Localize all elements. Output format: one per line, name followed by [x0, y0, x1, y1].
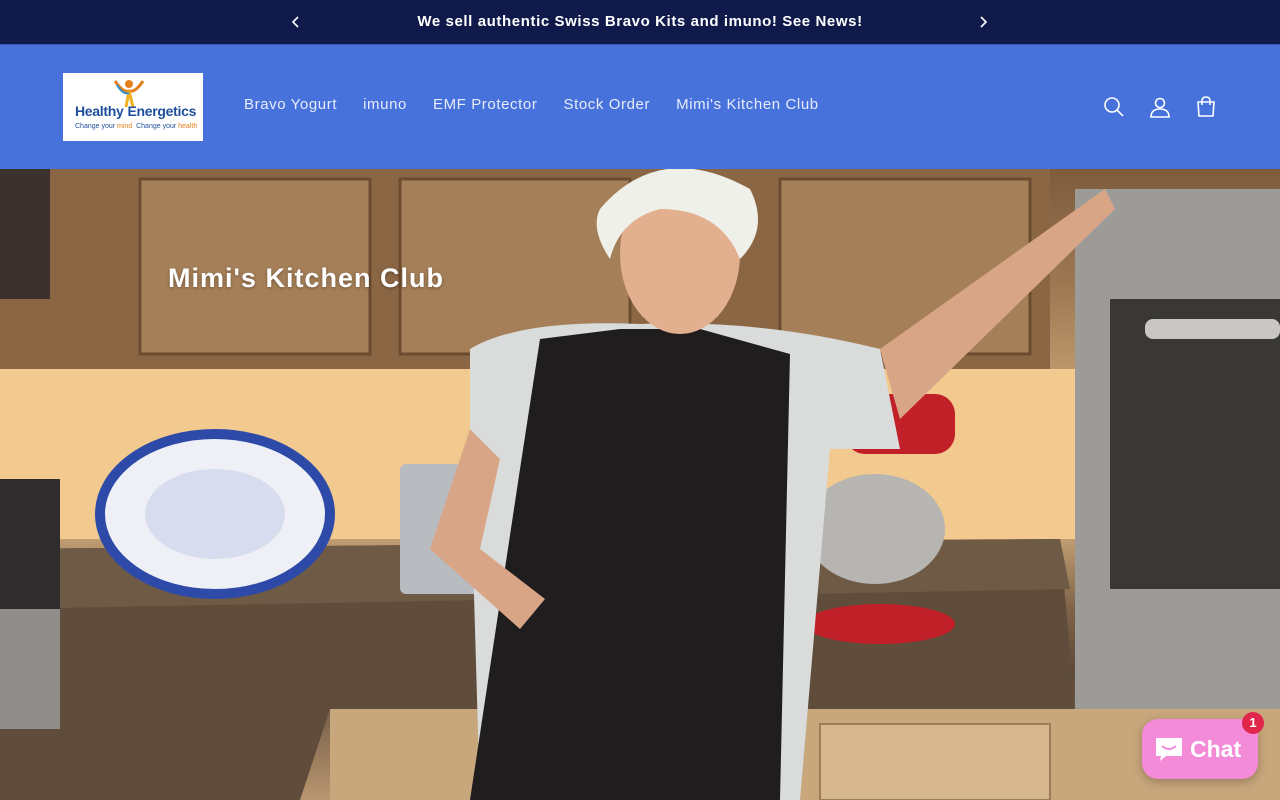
site-logo[interactable]: Healthy Energetics Change your mind Chang…	[63, 73, 203, 141]
site-header: Healthy Energetics Change your mind Chang…	[0, 45, 1280, 169]
logo-word-2: Energetics	[127, 103, 197, 119]
account-button[interactable]	[1144, 91, 1176, 123]
nav-item-emf-protector[interactable]: EMF Protector	[420, 92, 551, 117]
cart-button[interactable]	[1190, 91, 1222, 123]
nav-item-bravo-yogurt[interactable]: Bravo Yogurt	[231, 92, 350, 117]
chat-notification-badge: 1	[1242, 712, 1264, 734]
search-icon	[1104, 97, 1124, 117]
chat-label: Chat	[1190, 735, 1242, 762]
chevron-right-icon	[980, 16, 988, 28]
nav-item-mimis-kitchen-club[interactable]: Mimi's Kitchen Club	[663, 92, 832, 117]
logo-tagline-part-1: Change your	[75, 123, 118, 130]
account-icon	[1150, 97, 1170, 118]
main-navigation: Bravo Yogurt imuno EMF Protector Stock O…	[231, 92, 832, 117]
next-announcement-button[interactable]	[971, 10, 995, 34]
hero-banner: Mimi's Kitchen Club	[0, 169, 1280, 800]
hero-title: Mimi's Kitchen Club	[168, 263, 444, 293]
announcement-message[interactable]: We sell authentic Swiss Bravo Kits and i…	[300, 0, 980, 44]
logo-tagline-part-4: health	[178, 123, 198, 130]
logo-word-1: Healthy	[75, 103, 124, 119]
logo-tagline: Change your mind Change your health	[75, 123, 197, 130]
cart-icon	[1197, 96, 1215, 117]
logo-wordmark: Healthy Energetics	[75, 103, 196, 119]
search-button[interactable]	[1098, 91, 1130, 123]
nav-item-imuno[interactable]: imuno	[350, 92, 420, 117]
announcement-bar: We sell authentic Swiss Bravo Kits and i…	[0, 0, 1280, 44]
logo-tagline-part-2: mind	[117, 123, 133, 130]
chat-bubble-icon	[1156, 738, 1182, 761]
nav-item-stock-order[interactable]: Stock Order	[550, 92, 663, 117]
header-icons	[1098, 91, 1236, 123]
logo-tagline-part-3: Change your	[132, 123, 179, 130]
chat-button[interactable]: Chat 1	[1142, 712, 1264, 779]
